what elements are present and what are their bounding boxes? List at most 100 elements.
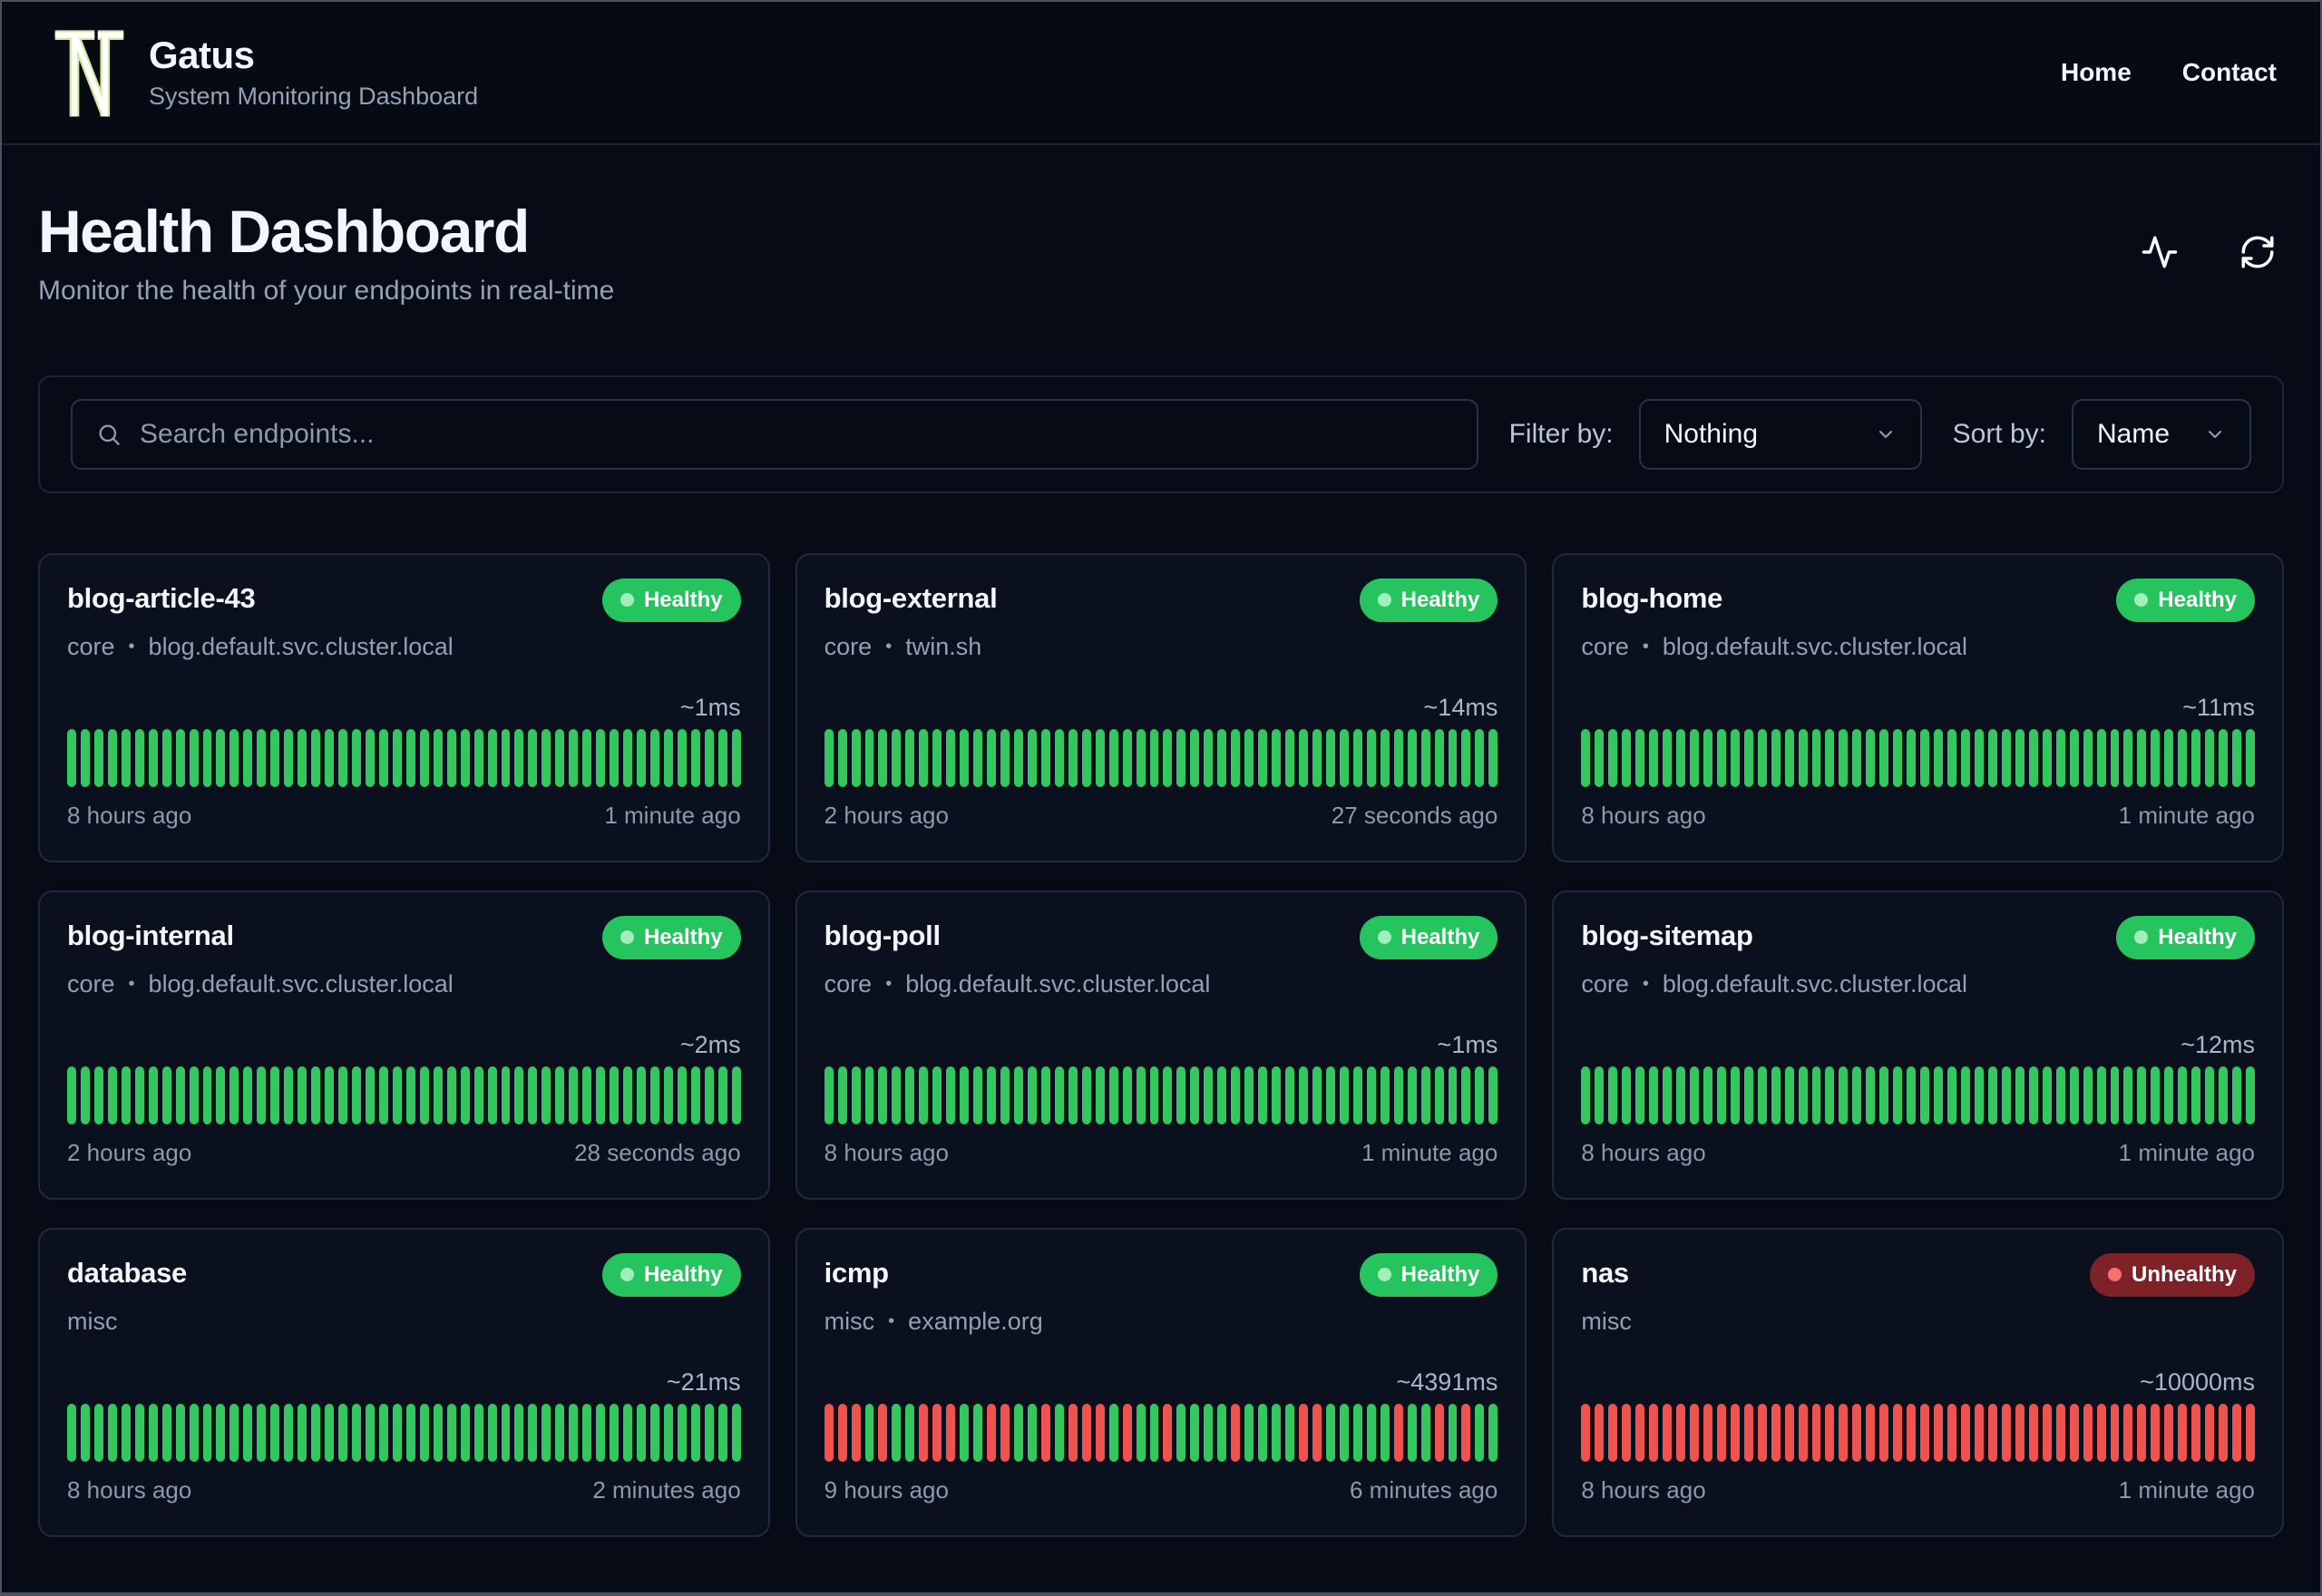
status-bar[interactable] (2083, 1403, 2093, 1462)
status-bar[interactable] (107, 1403, 117, 1462)
status-bar[interactable] (2028, 1066, 2038, 1124)
status-bar[interactable] (67, 1066, 76, 1124)
activity-icon[interactable] (2141, 233, 2179, 271)
status-bar[interactable] (229, 1403, 239, 1462)
status-bar[interactable] (1839, 1403, 1849, 1462)
status-bar[interactable] (365, 728, 375, 787)
status-bar[interactable] (1839, 728, 1849, 787)
status-bar[interactable] (1907, 1403, 1917, 1462)
status-bar[interactable] (460, 728, 470, 787)
status-bar[interactable] (2151, 1066, 2161, 1124)
status-bar[interactable] (1866, 728, 1876, 787)
status-bar[interactable] (1448, 1403, 1458, 1462)
status-bar[interactable] (541, 1066, 551, 1124)
status-bar[interactable] (1987, 1403, 1997, 1462)
status-bar[interactable] (202, 728, 212, 787)
status-bar[interactable] (1393, 1066, 1403, 1124)
status-bar[interactable] (663, 728, 673, 787)
status-bar[interactable] (243, 728, 253, 787)
status-bar[interactable] (1122, 728, 1132, 787)
status-bar[interactable] (352, 728, 361, 787)
status-bar[interactable] (298, 1066, 307, 1124)
status-bar[interactable] (905, 1066, 915, 1124)
status-bar[interactable] (596, 1066, 606, 1124)
status-bar[interactable] (1784, 728, 1794, 787)
status-bar[interactable] (731, 1066, 741, 1124)
status-bar[interactable] (501, 1403, 511, 1462)
status-bar[interactable] (1893, 728, 1903, 787)
status-bar[interactable] (1258, 728, 1268, 787)
status-bar[interactable] (257, 1066, 267, 1124)
status-bar[interactable] (1339, 1403, 1349, 1462)
status-bar[interactable] (1040, 1066, 1050, 1124)
status-bar[interactable] (2042, 1066, 2052, 1124)
status-bar[interactable] (257, 1403, 267, 1462)
status-bar[interactable] (80, 1066, 90, 1124)
status-bar[interactable] (1879, 1066, 1889, 1124)
status-bar[interactable] (1702, 1066, 1712, 1124)
status-bar[interactable] (1934, 1403, 1944, 1462)
status-bar[interactable] (610, 728, 620, 787)
status-bar[interactable] (514, 1066, 524, 1124)
status-bar[interactable] (1757, 728, 1767, 787)
status-bar[interactable] (1947, 1066, 1957, 1124)
status-bar[interactable] (1825, 1403, 1835, 1462)
status-bar[interactable] (473, 1066, 483, 1124)
status-bar[interactable] (1325, 1066, 1335, 1124)
status-bar[interactable] (107, 728, 117, 787)
status-bar[interactable] (1027, 728, 1037, 787)
status-bar[interactable] (325, 1066, 335, 1124)
status-bar[interactable] (1176, 1066, 1186, 1124)
status-bar[interactable] (2219, 728, 2229, 787)
status-bar[interactable] (610, 1066, 620, 1124)
status-bar[interactable] (1231, 728, 1241, 787)
status-bar[interactable] (1811, 1403, 1821, 1462)
status-bar[interactable] (1730, 1403, 1740, 1462)
status-bar[interactable] (67, 1403, 76, 1462)
status-bar[interactable] (216, 1403, 226, 1462)
status-bar[interactable] (1285, 1403, 1295, 1462)
status-bar[interactable] (1581, 728, 1591, 787)
status-bar[interactable] (1081, 728, 1091, 787)
status-bar[interactable] (1027, 1403, 1037, 1462)
status-bar[interactable] (649, 1403, 659, 1462)
status-bar[interactable] (2123, 728, 2133, 787)
status-bar[interactable] (2178, 1066, 2188, 1124)
status-bar[interactable] (2137, 728, 2147, 787)
status-bar[interactable] (623, 1403, 633, 1462)
status-bar[interactable] (1907, 728, 1917, 787)
status-bar[interactable] (202, 1066, 212, 1124)
status-bar[interactable] (1595, 1066, 1605, 1124)
status-bar[interactable] (325, 1403, 335, 1462)
status-bar[interactable] (121, 1403, 131, 1462)
status-bar[interactable] (919, 1403, 929, 1462)
status-bar[interactable] (405, 1066, 415, 1124)
status-bar[interactable] (555, 728, 565, 787)
status-bar[interactable] (987, 728, 997, 787)
status-bar[interactable] (1676, 1066, 1685, 1124)
status-bar[interactable] (134, 1403, 144, 1462)
status-bar[interactable] (1676, 728, 1685, 787)
status-bar[interactable] (148, 1066, 158, 1124)
status-bar[interactable] (134, 728, 144, 787)
status-bar[interactable] (2028, 728, 2038, 787)
status-bar[interactable] (1825, 728, 1835, 787)
status-bar[interactable] (569, 1066, 579, 1124)
status-bar[interactable] (311, 1066, 321, 1124)
status-bar[interactable] (189, 1403, 199, 1462)
status-bar[interactable] (2246, 728, 2255, 787)
status-bar[interactable] (649, 728, 659, 787)
status-bar[interactable] (1190, 1403, 1200, 1462)
status-bar[interactable] (1244, 728, 1254, 787)
status-bar[interactable] (1258, 1066, 1268, 1124)
status-bar[interactable] (473, 1403, 483, 1462)
status-bar[interactable] (731, 728, 741, 787)
status-bar[interactable] (2028, 1403, 2038, 1462)
status-bar[interactable] (1893, 1066, 1903, 1124)
status-bar[interactable] (1825, 1066, 1835, 1124)
status-bar[interactable] (352, 1403, 361, 1462)
status-bar[interactable] (824, 1403, 834, 1462)
status-bar[interactable] (1784, 1066, 1794, 1124)
status-bar[interactable] (1475, 728, 1485, 787)
status-bar[interactable] (1149, 1403, 1159, 1462)
